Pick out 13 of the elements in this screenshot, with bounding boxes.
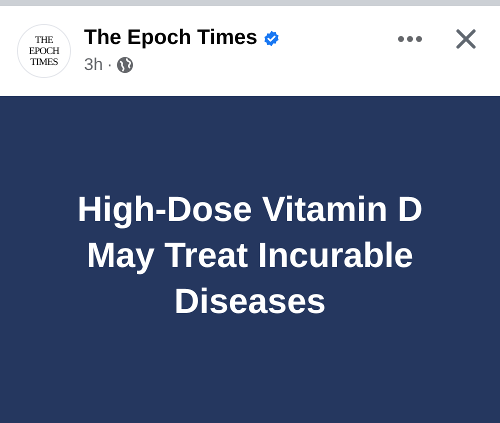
post-image[interactable]: High-Dose Vitamin D May Treat Incurable Diseases (0, 96, 500, 423)
logo-text: TIMES (30, 56, 58, 68)
headline-text: May Treat Incurable (86, 234, 414, 276)
separator-dot: · (106, 54, 113, 76)
logo-text: EPOCH (28, 46, 60, 56)
author-name[interactable]: The Epoch Times (84, 24, 258, 52)
headline-text: High-Dose Vitamin D (77, 188, 423, 230)
more-icon (398, 36, 422, 42)
page-avatar[interactable]: THE EPOCH TIMES (17, 24, 71, 78)
logo-text: THE (35, 34, 53, 46)
headline-text: Diseases (174, 280, 326, 322)
post-time[interactable]: 3h (84, 54, 103, 76)
globe-icon (116, 57, 133, 73)
